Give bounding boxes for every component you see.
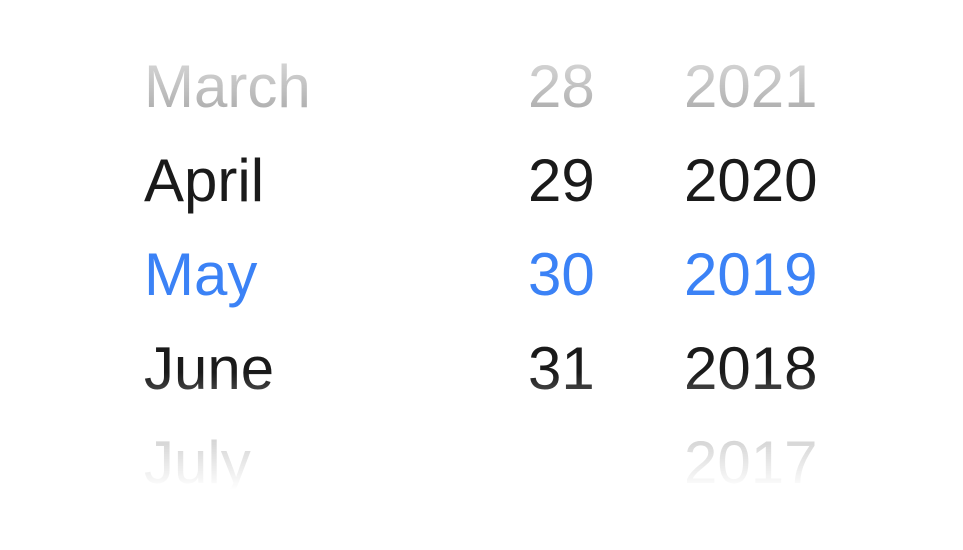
day-option-empty bbox=[528, 416, 628, 510]
day-option-28[interactable]: 28 bbox=[528, 40, 628, 134]
day-option-30-selected[interactable]: 30 bbox=[528, 228, 628, 322]
month-option-march[interactable]: March bbox=[144, 40, 464, 134]
month-option-may-selected[interactable]: May bbox=[144, 228, 464, 322]
day-option-31[interactable]: 31 bbox=[528, 322, 628, 416]
year-option-2021[interactable]: 2021 bbox=[684, 40, 844, 134]
year-column[interactable]: 2021 2020 2019 2018 2017 bbox=[684, 40, 844, 510]
year-option-2019-selected[interactable]: 2019 bbox=[684, 228, 844, 322]
year-option-2020[interactable]: 2020 bbox=[684, 134, 844, 228]
date-picker-wheel[interactable]: March April May June July 28 29 30 31 20… bbox=[0, 40, 963, 496]
day-option-29[interactable]: 29 bbox=[528, 134, 628, 228]
year-option-2018[interactable]: 2018 bbox=[684, 322, 844, 416]
month-option-april[interactable]: April bbox=[144, 134, 464, 228]
month-option-june[interactable]: June bbox=[144, 322, 464, 416]
day-column[interactable]: 28 29 30 31 bbox=[528, 40, 628, 510]
month-column[interactable]: March April May June July bbox=[144, 40, 464, 510]
month-option-july[interactable]: July bbox=[144, 416, 464, 510]
year-option-2017[interactable]: 2017 bbox=[684, 416, 844, 510]
